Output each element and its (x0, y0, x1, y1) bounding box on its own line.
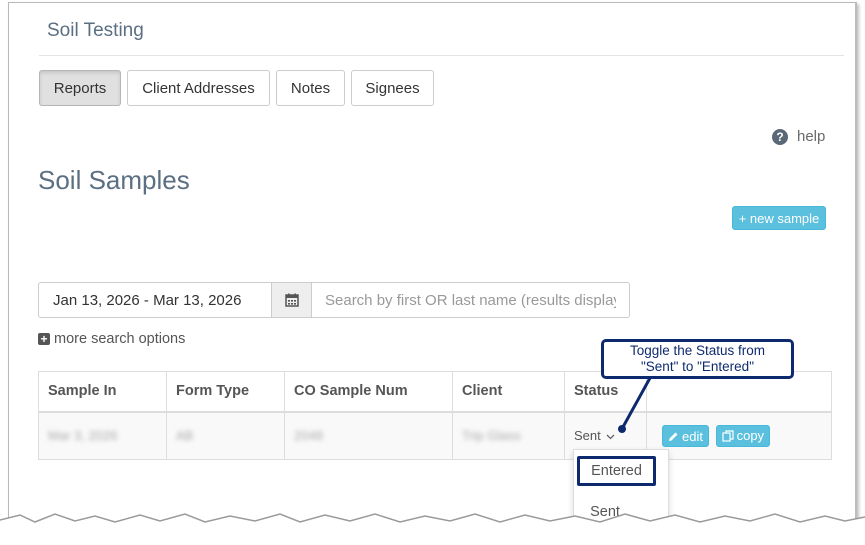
instruction-callout: Toggle the Status from "Sent" to "Entere… (601, 339, 794, 379)
callout-line: "Sent" to "Entered" (641, 359, 754, 374)
torn-edge (0, 513, 865, 545)
callout-pointer (618, 377, 652, 433)
callout-line: Toggle the Status from (629, 343, 766, 358)
